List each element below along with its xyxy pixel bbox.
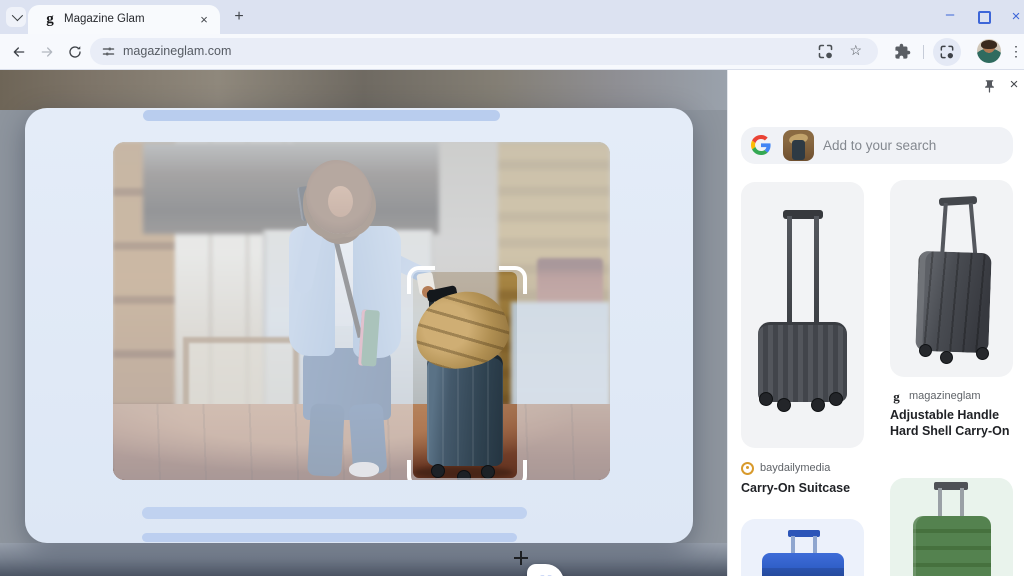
result-title[interactable]: Adjustable Handle Hard Shell Carry-On: [890, 407, 1013, 439]
lens-search-icon[interactable]: [817, 43, 834, 60]
woman-leg: [307, 403, 345, 477]
product-card-blue-suitcase[interactable]: [741, 519, 864, 576]
dimmed-page-top: [0, 70, 727, 110]
lens-search-bar[interactable]: Add to your search: [741, 127, 1013, 164]
profile-avatar[interactable]: [977, 39, 1001, 63]
result-source[interactable]: baydailymedia: [741, 460, 830, 476]
site-settings-tune-icon[interactable]: [101, 44, 116, 59]
source-name: magazineglam: [909, 390, 981, 402]
lens-selection-region[interactable]: [413, 272, 517, 478]
maximize-button[interactable]: [975, 8, 993, 26]
maximize-icon: [978, 11, 991, 24]
webpage-viewport: [0, 70, 727, 576]
magazineglam-favicon: g: [890, 390, 903, 403]
close-window-button[interactable]: ×: [1007, 8, 1024, 26]
baydailymedia-favicon: [741, 462, 754, 475]
suitcase-wheel: [759, 392, 773, 406]
tab-magazine-glam[interactable]: g Magazine Glam ×: [28, 5, 220, 34]
suitcase-body: [758, 322, 847, 402]
forward-button[interactable]: [34, 39, 60, 65]
search-placeholder[interactable]: Add to your search: [823, 127, 936, 164]
text-placeholder-bar: [142, 507, 527, 519]
result-title[interactable]: Carry-On Suitcase: [741, 480, 864, 496]
suitcase-wheel: [940, 351, 953, 364]
suitcase-wheel: [777, 398, 791, 412]
text-placeholder-bar: [143, 110, 500, 121]
minimize-button[interactable]: –: [941, 8, 959, 26]
pin-icon[interactable]: [982, 79, 997, 94]
forward-arrow-icon: [39, 44, 55, 60]
browser-menu-button[interactable]: ⋮: [1006, 39, 1024, 63]
suitcase-body: [762, 553, 844, 576]
back-arrow-icon: [11, 44, 27, 60]
text-placeholder-bar: [142, 533, 517, 542]
suitcase-rod: [814, 216, 819, 326]
reload-button[interactable]: [62, 39, 88, 65]
toolbar: magazineglam.com ☆ ⋮: [0, 34, 1024, 70]
crosshair-cursor: [514, 551, 528, 565]
new-tab-button[interactable]: +: [230, 8, 248, 26]
tab-close-button[interactable]: ×: [196, 12, 212, 28]
suitcase-body: [913, 516, 991, 576]
selection-corner-handle[interactable]: [499, 266, 527, 294]
source-name: baydailymedia: [760, 462, 830, 474]
result-source[interactable]: g magazineglam: [890, 388, 981, 404]
toolbar-divider: [923, 45, 924, 59]
suitcase-rod: [960, 488, 964, 516]
suitcase-wheel: [829, 392, 843, 406]
photo-dark-beam: [143, 142, 439, 234]
dimmed-page-bottom: [0, 543, 727, 576]
reload-icon: [67, 44, 83, 60]
suitcase-body: [915, 251, 991, 353]
tab-strip: g Magazine Glam × + – ×: [0, 0, 1024, 34]
suitcase-wheel: [811, 398, 825, 412]
search-crop-thumbnail[interactable]: [783, 130, 814, 161]
photo-red-roof: [537, 258, 603, 308]
extensions-icon[interactable]: [894, 43, 911, 60]
back-button[interactable]: [6, 39, 32, 65]
suitcase-rod: [940, 203, 948, 255]
tab-search-button[interactable]: [6, 7, 26, 27]
site-favicon-icon: g: [42, 11, 58, 28]
woman-face: [328, 186, 353, 217]
tab-title: Magazine Glam: [64, 5, 145, 34]
article-hero-image[interactable]: [113, 142, 610, 480]
bookmark-star-icon[interactable]: ☆: [849, 42, 862, 59]
suitcase-rod: [969, 203, 978, 255]
suitcase-wheel: [919, 344, 932, 357]
woman-sneaker: [349, 462, 379, 477]
address-bar[interactable]: magazineglam.com ☆: [90, 38, 878, 65]
article-card: [25, 108, 693, 543]
lens-side-panel: × Add to your search baydailymedia Carry…: [727, 70, 1024, 576]
suitcase-rod: [787, 216, 792, 326]
suitcase-rod: [938, 488, 942, 516]
selection-corner-handle[interactable]: [499, 460, 527, 480]
lens-icon: [939, 44, 955, 60]
selection-corner-handle[interactable]: [407, 460, 435, 480]
selection-corner-handle[interactable]: [407, 266, 435, 294]
product-card-angled-suitcase[interactable]: [890, 180, 1013, 377]
panel-close-button[interactable]: ×: [1005, 76, 1023, 94]
lens-panel-button[interactable]: [933, 38, 961, 66]
product-card-green-suitcase[interactable]: [890, 478, 1013, 576]
chevron-down-icon: [12, 10, 23, 21]
suitcase-wheel: [976, 347, 989, 360]
url-text[interactable]: magazineglam.com: [123, 38, 231, 65]
google-g-logo-icon: [751, 135, 771, 155]
avatar-hair: [981, 40, 997, 49]
product-card-dark-suitcase[interactable]: [741, 182, 864, 448]
